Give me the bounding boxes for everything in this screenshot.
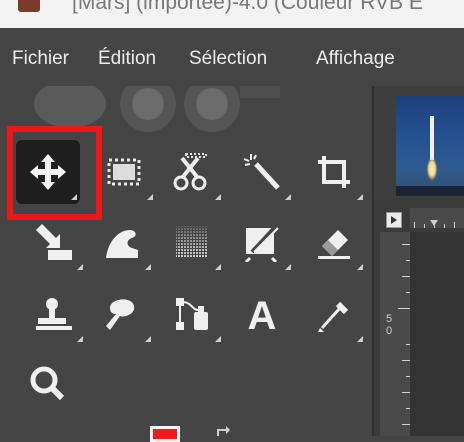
tool-group-indicator-icon <box>357 194 363 200</box>
fuzzy-select-wand-icon <box>243 154 280 190</box>
image-canvas[interactable] <box>410 232 464 436</box>
clone-stamp-icon <box>36 298 72 330</box>
tool-group-indicator-icon <box>77 336 83 342</box>
ruler-label: 0 <box>386 325 393 337</box>
quick-mask-toggle-button[interactable] <box>386 212 402 228</box>
rectangle-select-icon <box>107 158 141 186</box>
scissors-select-icon <box>173 153 207 191</box>
tool-zoom[interactable] <box>16 352 80 416</box>
smudge-icon <box>106 299 135 330</box>
thumbnail-ground <box>396 186 464 196</box>
window-title: [Mars] (importée)-4.0 (Couleur RVB E <box>72 0 423 14</box>
vertical-ruler[interactable]: 5 0 <box>380 232 410 436</box>
svg-text:A: A <box>248 294 277 334</box>
tool-move[interactable] <box>16 140 80 204</box>
eraser-icon <box>318 230 350 259</box>
tool-crop[interactable] <box>302 140 366 204</box>
tool-group-indicator-icon <box>145 336 151 342</box>
tool-group-indicator-icon <box>71 194 77 200</box>
tool-clone[interactable] <box>22 282 86 346</box>
tool-group-indicator-icon <box>215 194 221 200</box>
tool-fuzzy-select[interactable] <box>230 140 294 204</box>
tool-group-indicator-icon <box>215 264 221 270</box>
tool-group-indicator-icon <box>215 336 221 342</box>
tool-paintbrush[interactable] <box>230 210 294 274</box>
move-icon <box>30 154 66 190</box>
tool-color-picker[interactable] <box>302 282 366 346</box>
foreground-color-swatch[interactable] <box>150 426 180 442</box>
menu-affichage[interactable]: Affichage <box>316 48 395 70</box>
tool-unified-transform[interactable] <box>22 210 86 274</box>
tool-eraser[interactable] <box>302 210 366 274</box>
tool-group-indicator-icon <box>77 264 83 270</box>
text-tool-icon: A <box>248 294 277 334</box>
crop-icon <box>318 156 350 188</box>
tool-group-indicator-icon <box>285 264 291 270</box>
tool-group-indicator-icon <box>357 336 363 342</box>
tool-group-indicator-icon <box>145 264 151 270</box>
horizontal-ruler[interactable] <box>410 208 464 228</box>
wilber-drop-area-icon <box>34 86 280 132</box>
menu-fichier[interactable]: Fichier <box>12 48 69 70</box>
tool-group-indicator-icon <box>285 194 291 200</box>
unified-transform-icon <box>36 224 72 260</box>
image-tab-thumbnail[interactable] <box>396 96 464 196</box>
thumbnail-rocket <box>430 116 434 160</box>
gimp-app-icon <box>18 0 40 12</box>
play-triangle-icon <box>391 216 397 224</box>
paintbrush-icon <box>244 224 279 262</box>
tool-text[interactable]: A <box>230 282 294 346</box>
swap-colors-icon[interactable] <box>216 426 236 436</box>
tool-gradient[interactable] <box>160 210 224 274</box>
tool-warp-transform[interactable] <box>90 210 154 274</box>
zoom-icon <box>30 366 65 401</box>
tool-group-indicator-icon <box>147 194 153 200</box>
menu-selection[interactable]: Sélection <box>189 48 267 70</box>
ruler-label: 5 <box>386 313 393 325</box>
thumbnail-flame <box>427 158 437 180</box>
tool-paths[interactable] <box>160 282 224 346</box>
color-picker-icon <box>318 301 349 332</box>
window-title-bar: [Mars] (importée)-4.0 (Couleur RVB E <box>0 0 464 28</box>
menu-bar: Fichier Édition Sélection Affichage <box>0 28 464 86</box>
tool-rectangle-select[interactable] <box>92 140 156 204</box>
tool-smudge[interactable] <box>90 282 154 346</box>
ruler-pointer-icon <box>430 220 438 226</box>
menu-edition[interactable]: Édition <box>98 48 156 70</box>
paths-icon <box>176 298 208 330</box>
tool-scissors-select[interactable] <box>160 140 224 204</box>
gradient-icon <box>176 226 208 258</box>
tool-group-indicator-icon <box>357 264 363 270</box>
warp-transform-icon <box>106 230 138 258</box>
